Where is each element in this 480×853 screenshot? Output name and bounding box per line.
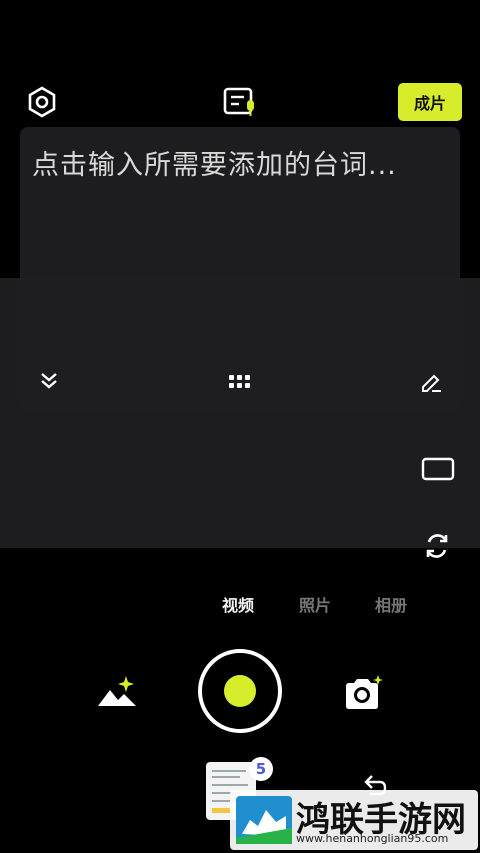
mode-tab-video[interactable]: 视频	[222, 592, 254, 616]
mode-tab-photo[interactable]: 照片	[299, 592, 331, 616]
mode-tab-album[interactable]: 相册	[375, 592, 407, 616]
chevron-double-down-icon[interactable]	[36, 368, 62, 394]
camera-switch-icon[interactable]	[421, 530, 453, 562]
record-button[interactable]	[198, 649, 282, 733]
drafts-count-badge: 5	[249, 757, 273, 781]
pencil-icon[interactable]	[418, 368, 444, 394]
record-indicator	[224, 675, 256, 707]
finish-button[interactable]: 成片	[398, 83, 462, 121]
teleprompter-icon[interactable]	[222, 86, 258, 118]
camera-add-icon[interactable]	[342, 674, 384, 712]
script-input-placeholder[interactable]: 点击输入所需要添加的台词...	[32, 143, 397, 182]
ai-image-icon[interactable]	[96, 672, 140, 712]
aspect-ratio-icon[interactable]	[420, 456, 456, 482]
watermark-url: www.henanhonglian95.com	[296, 832, 449, 845]
six-dot-grid-icon[interactable]	[226, 368, 252, 394]
watermark-logo	[236, 796, 292, 844]
hexagon-settings-icon[interactable]	[26, 86, 58, 118]
